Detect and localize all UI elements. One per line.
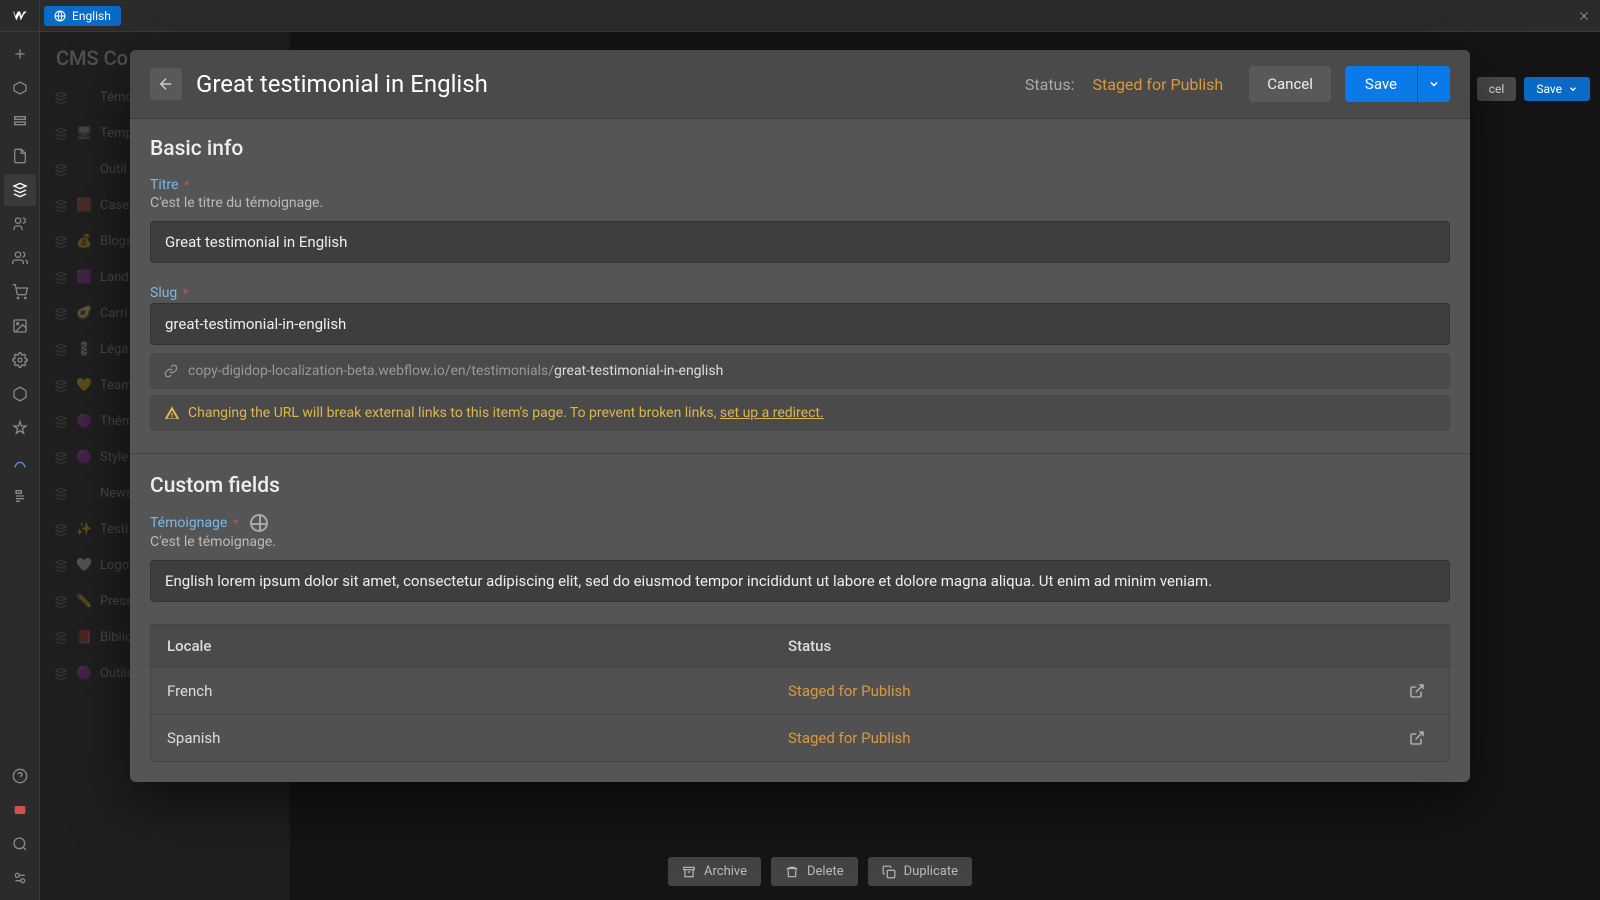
temoignage-help: C'est le témoignage. bbox=[150, 534, 1450, 550]
field-temoignage: Témoignage * C'est le témoignage. bbox=[150, 514, 1450, 602]
top-bar: English bbox=[0, 0, 1600, 32]
cms-icon[interactable] bbox=[4, 174, 36, 206]
url-slug: great-testimonial-in-english bbox=[554, 363, 723, 379]
custom-fields-heading: Custom fields bbox=[150, 474, 1450, 498]
box-icon[interactable] bbox=[4, 72, 36, 104]
archive-button[interactable]: Archive bbox=[668, 857, 761, 886]
page-icon[interactable] bbox=[4, 140, 36, 172]
back-cancel-button[interactable]: cel bbox=[1477, 77, 1517, 101]
video-icon[interactable] bbox=[4, 794, 36, 826]
path-icon[interactable] bbox=[4, 446, 36, 478]
delete-button[interactable]: Delete bbox=[771, 857, 858, 886]
locale-badge-label: English bbox=[72, 9, 111, 23]
back-save-button[interactable]: Save bbox=[1524, 77, 1590, 101]
url-preview: copy-digidop-localization-beta.webflow.i… bbox=[150, 353, 1450, 389]
pages-icon[interactable] bbox=[4, 106, 36, 138]
field-titre: Titre * C'est le titre du témoignage. bbox=[150, 177, 1450, 263]
required-star: * bbox=[183, 287, 188, 300]
help-icon[interactable] bbox=[4, 760, 36, 792]
save-button[interactable]: Save bbox=[1345, 66, 1417, 102]
locale-row[interactable]: SpanishStaged for Publish bbox=[151, 714, 1449, 761]
required-star: * bbox=[233, 517, 238, 530]
save-dropdown-button[interactable] bbox=[1418, 66, 1450, 102]
required-star: * bbox=[184, 179, 189, 192]
status-label: Status: bbox=[1025, 75, 1075, 94]
slug-warning: Changing the URL will break external lin… bbox=[150, 395, 1450, 431]
webflow-logo[interactable] bbox=[0, 0, 40, 32]
titre-label: Titre bbox=[150, 177, 178, 193]
cube-icon[interactable] bbox=[4, 378, 36, 410]
brush-icon[interactable] bbox=[4, 412, 36, 444]
open-icon[interactable] bbox=[1409, 730, 1433, 746]
users-icon[interactable] bbox=[4, 208, 36, 240]
field-slug: Slug * copy-digidop-localization-beta.web… bbox=[150, 285, 1450, 431]
assets-icon[interactable] bbox=[4, 310, 36, 342]
col-locale: Locale bbox=[167, 637, 788, 655]
add-icon[interactable] bbox=[4, 38, 36, 70]
duplicate-button[interactable]: Duplicate bbox=[868, 857, 972, 886]
temoignage-label: Témoignage bbox=[150, 515, 227, 531]
cart-icon[interactable] bbox=[4, 276, 36, 308]
link-icon bbox=[164, 364, 178, 378]
basic-info-heading: Basic info bbox=[150, 137, 1450, 161]
groups-icon[interactable] bbox=[4, 242, 36, 274]
left-rail bbox=[0, 32, 40, 900]
status-value: Staged for Publish bbox=[1093, 75, 1224, 94]
divider bbox=[130, 453, 1470, 454]
modal-header: Great testimonial in English Status: Sta… bbox=[130, 50, 1470, 119]
globe-icon bbox=[54, 10, 66, 22]
localize-icon[interactable] bbox=[250, 514, 268, 532]
slug-input[interactable] bbox=[150, 303, 1450, 345]
back-button[interactable] bbox=[150, 68, 182, 100]
titre-help: C'est le titre du témoignage. bbox=[150, 195, 1450, 211]
locale-row[interactable]: FrenchStaged for Publish bbox=[151, 667, 1449, 714]
warn-text: Changing the URL will break external lin… bbox=[188, 405, 720, 421]
settings-icon[interactable] bbox=[4, 344, 36, 376]
open-icon[interactable] bbox=[1409, 683, 1433, 699]
form-icon[interactable] bbox=[4, 480, 36, 512]
temoignage-input[interactable] bbox=[150, 560, 1450, 602]
redirect-link[interactable]: set up a redirect. bbox=[720, 405, 824, 421]
close-icon[interactable] bbox=[1568, 0, 1600, 32]
url-prefix: copy-digidop-localization-beta.webflow.i… bbox=[188, 363, 554, 379]
warning-icon bbox=[164, 405, 180, 421]
locale-table: Locale Status FrenchStaged for PublishSp… bbox=[150, 624, 1450, 762]
item-editor-modal: Great testimonial in English Status: Sta… bbox=[130, 50, 1470, 782]
modal-title: Great testimonial in English bbox=[196, 70, 1011, 98]
titre-input[interactable] bbox=[150, 221, 1450, 263]
col-status: Status bbox=[788, 637, 1409, 655]
cancel-button[interactable]: Cancel bbox=[1249, 66, 1331, 102]
team-icon[interactable] bbox=[4, 862, 36, 894]
locale-badge[interactable]: English bbox=[44, 6, 121, 26]
slug-label: Slug bbox=[150, 285, 177, 301]
search-icon[interactable] bbox=[4, 828, 36, 860]
